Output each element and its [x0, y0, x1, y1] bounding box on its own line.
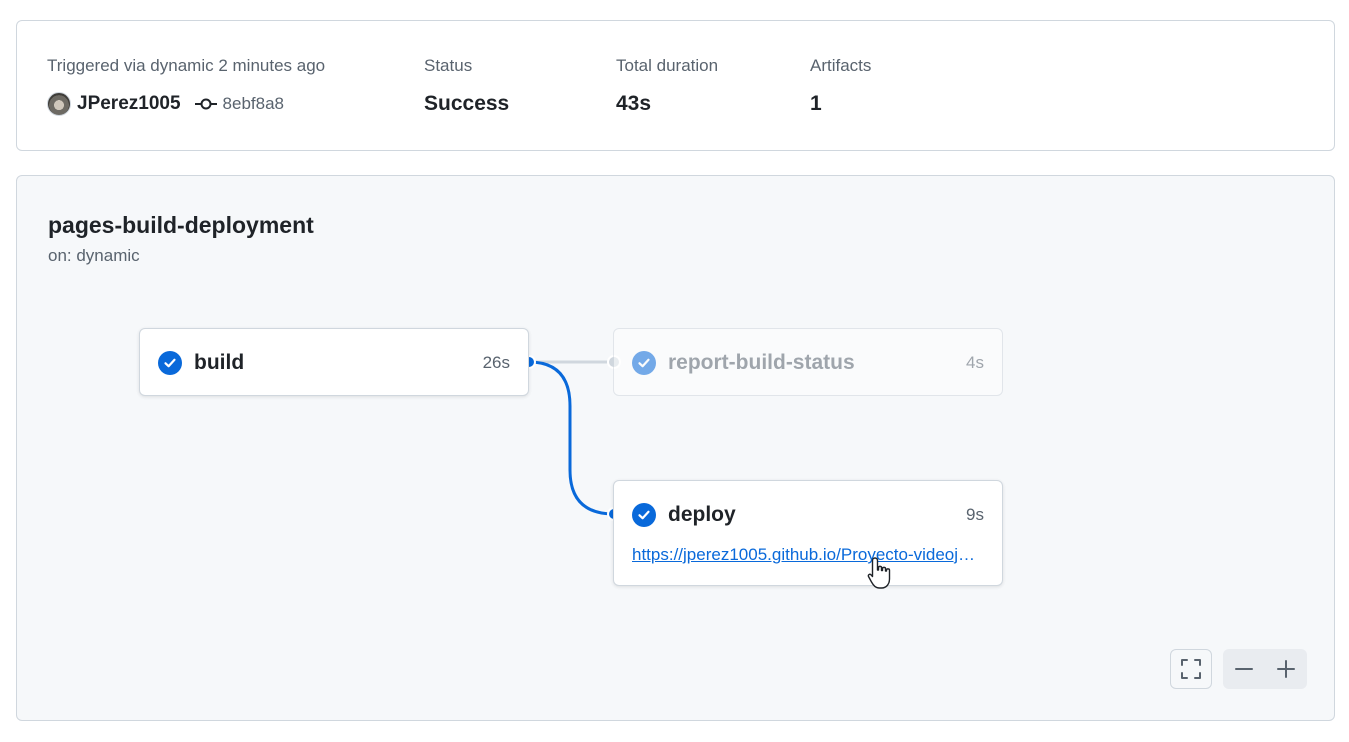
check-circle-icon [632, 503, 656, 527]
job-report-name: report-build-status [668, 351, 855, 374]
artifacts-value[interactable]: 1 [810, 92, 871, 116]
job-report-build-status[interactable]: report-build-status 4s [613, 328, 1003, 396]
status-label: Status [424, 56, 473, 75]
actor-row: JPerez1005 8ebf8a8 [47, 91, 325, 117]
trigger-section: Triggered via dynamic 2 minutes ago JPer… [47, 55, 325, 117]
screen-full-icon [1181, 659, 1201, 679]
status-value: Success [424, 92, 510, 115]
job-connectors [522, 355, 621, 521]
status-section: Status Success [424, 55, 509, 116]
connector-build-deploy [528, 360, 615, 516]
job-deploy-row: deploy 9s [632, 501, 984, 529]
job-deploy-duration: 9s [966, 505, 984, 524]
check-circle-icon [632, 351, 656, 375]
workflow-graph-card: pages-build-deployment on: dynamic build… [16, 175, 1335, 721]
duration-value: 43s [616, 92, 652, 115]
deploy-url-link[interactable]: https://jperez1005.github.io/Proyecto-vi… [632, 545, 984, 565]
job-report-row: report-build-status 4s [632, 349, 984, 377]
zoom-controls [1223, 649, 1307, 689]
zoom-out-button[interactable] [1223, 649, 1265, 689]
actor-link[interactable]: JPerez1005 [77, 93, 181, 115]
duration-label: Total duration [616, 56, 719, 75]
job-report-duration: 4s [966, 353, 984, 372]
git-commit-icon [194, 98, 217, 110]
dash-icon [1235, 668, 1253, 670]
zoom-in-button[interactable] [1265, 649, 1307, 689]
artifacts-section: Artifacts 1 [810, 55, 871, 116]
run-summary-card: Triggered via dynamic 2 minutes ago JPer… [16, 20, 1335, 151]
avatar[interactable] [47, 92, 71, 116]
job-deploy[interactable]: deploy 9s https://jperez1005.github.io/P… [613, 480, 1003, 586]
job-build-duration: 26s [482, 353, 510, 372]
job-build-row: build 26s [158, 349, 510, 377]
artifacts-label: Artifacts [810, 56, 872, 75]
hand-pointer-cursor-icon [867, 557, 891, 589]
duration-section: Total duration 43s [616, 55, 718, 116]
job-build[interactable]: build 26s [139, 328, 529, 396]
commit-sha-link[interactable]: 8ebf8a8 [223, 94, 284, 114]
trigger-label: Triggered via dynamic 2 minutes ago [47, 56, 326, 75]
plus-icon [1277, 660, 1295, 678]
fullscreen-button[interactable] [1170, 649, 1212, 689]
job-build-name: build [194, 351, 245, 374]
job-deploy-name: deploy [668, 503, 736, 526]
check-circle-icon [158, 351, 182, 375]
